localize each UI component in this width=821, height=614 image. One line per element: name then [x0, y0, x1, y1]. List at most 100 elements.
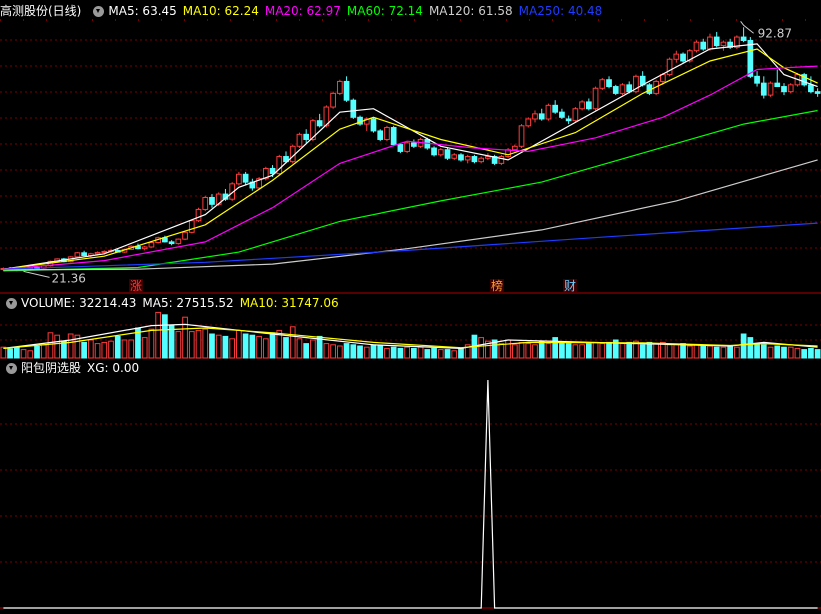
candle-body [626, 84, 633, 93]
candle-body [572, 108, 579, 122]
candle-body [747, 39, 754, 77]
volume-bar [40, 344, 47, 359]
volume-bar [532, 344, 538, 359]
volume-bar [431, 347, 437, 359]
legend-label: MA5: 63.45 [108, 4, 177, 18]
volume-bar [579, 344, 585, 359]
candle-body [74, 252, 81, 258]
candle-body [296, 133, 303, 147]
event-marker-label: 涨 [130, 278, 142, 293]
volume-bar [626, 341, 633, 359]
candle-body [666, 58, 673, 76]
candle-body [451, 154, 458, 159]
volume-bar [229, 338, 236, 359]
candle-body [680, 53, 686, 62]
volume-bar [478, 337, 485, 359]
chevron-down-icon[interactable] [93, 5, 105, 17]
ma-line-ma10 [3, 48, 818, 270]
volume-bar [734, 346, 740, 359]
volume-bar [801, 349, 808, 359]
candle-body [545, 104, 552, 120]
volume-bar [188, 331, 195, 359]
volume-bar [565, 343, 572, 359]
volume-bar [256, 335, 262, 359]
candle-body [740, 36, 747, 41]
candle-body [498, 156, 505, 164]
candle-body [693, 41, 700, 52]
volume-bar [545, 343, 552, 359]
volume-bar [498, 343, 505, 359]
candle-body [559, 111, 565, 118]
candle-body [518, 125, 525, 147]
chevron-down-icon[interactable] [6, 297, 17, 309]
candle-body [101, 250, 108, 253]
candle-body [760, 82, 767, 96]
legend-label: MA60: 72.14 [346, 4, 423, 18]
candle-body [94, 251, 101, 255]
high-marker-arrow [740, 20, 754, 34]
volume-bar [215, 334, 222, 359]
volume-bar [760, 344, 767, 359]
volume-bar [108, 340, 114, 359]
candle-body [242, 173, 249, 183]
volume-bar [336, 345, 343, 359]
volume-bar [397, 347, 404, 359]
candle-body [81, 252, 87, 257]
volume-bar [666, 344, 673, 359]
volume-bar [518, 341, 525, 359]
candle-body [565, 118, 572, 122]
candle-body [188, 220, 195, 233]
volume-bar [168, 325, 175, 359]
candle-body [767, 82, 774, 96]
volume-bar [13, 347, 20, 359]
volume-bar [155, 311, 161, 359]
volume-bar [814, 349, 821, 359]
price-ma-legend: MA5: 63.45 MA10: 62.24 MA20: 62.97 MA60: 72… [108, 2, 608, 20]
volume-bar [330, 344, 336, 359]
candle-body [619, 84, 626, 94]
volume-bar [451, 350, 458, 359]
volume-bar [7, 348, 13, 359]
volume-bar [511, 344, 518, 359]
chevron-down-icon[interactable] [6, 362, 17, 374]
volume-bar [141, 337, 148, 359]
candle-body [713, 36, 720, 47]
candle-body [592, 87, 599, 110]
volume-bar [20, 349, 27, 359]
volume-bar [242, 333, 249, 359]
candle-body [464, 156, 471, 161]
candle-body [585, 101, 592, 110]
candle-body [404, 142, 410, 152]
candle-body [787, 84, 794, 93]
candle-body [538, 113, 545, 120]
candle-body [814, 91, 821, 94]
volume-bar [437, 349, 444, 359]
ma-line-ma120 [3, 159, 818, 271]
ma-line-ma60 [3, 109, 818, 272]
volume-bar [505, 339, 511, 359]
volume-bar [559, 341, 565, 359]
candle-body [606, 79, 612, 88]
candle-body [209, 196, 215, 205]
volume-bar [121, 339, 128, 359]
volume-bar [424, 349, 431, 359]
volume-bar [411, 347, 417, 359]
candle-body [236, 173, 242, 185]
ma-line-ma5 [3, 43, 818, 270]
legend-label: MA10: 31747.06 [239, 296, 339, 310]
volume-bar [713, 346, 720, 359]
volume-bar [767, 346, 774, 359]
candle-body [599, 79, 606, 89]
candle-body [175, 238, 182, 245]
legend-label: MA10: 62.24 [182, 4, 259, 18]
candle-body [720, 41, 727, 47]
candle-body [397, 144, 404, 152]
volume-bar [384, 347, 390, 359]
volume-bar [808, 347, 814, 359]
volume-bar [538, 340, 545, 359]
volume-bar [673, 344, 680, 359]
volume-panel-header: VOLUME: 32214.43 MA5: 27515.52 MA10: 31747… [0, 294, 345, 312]
volume-bar [606, 341, 612, 359]
candle-body [269, 167, 276, 175]
volume-bar [87, 339, 94, 359]
